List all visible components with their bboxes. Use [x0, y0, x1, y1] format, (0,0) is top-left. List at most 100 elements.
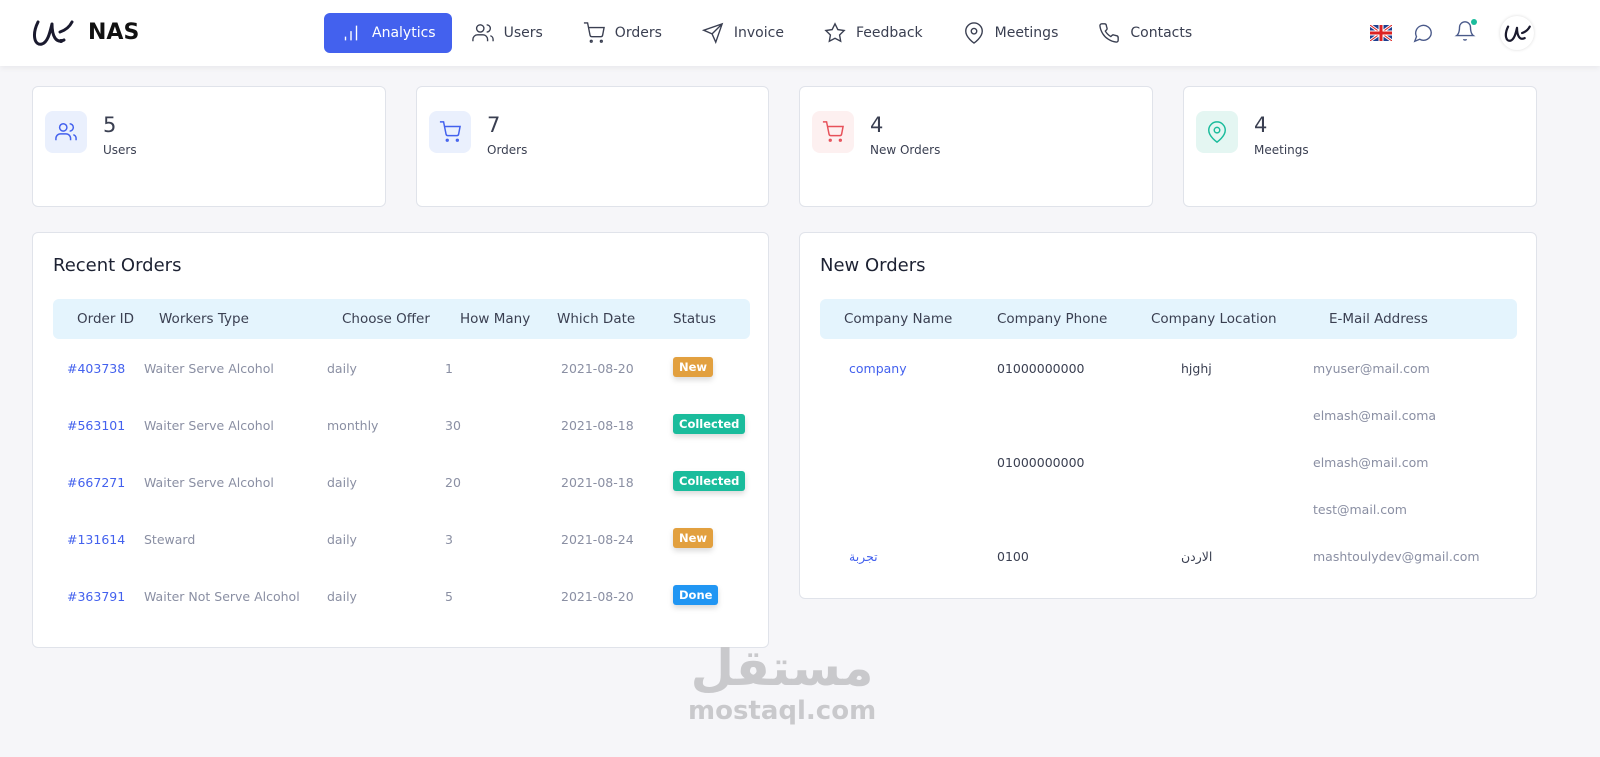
column-header[interactable]: Company Location	[1151, 311, 1277, 327]
offer: monthly	[327, 418, 379, 433]
date: 2021-08-18	[561, 475, 634, 490]
table-row: company 01000000000 hjghj myuser@mail.com	[820, 355, 1517, 385]
users-icon	[45, 111, 87, 153]
table-row: elmash@mail.coma	[820, 402, 1517, 432]
table-row[interactable]: #403738 Waiter Serve Alcohol daily 1 2021-08…	[53, 355, 750, 385]
column-header[interactable]: Order ID	[77, 311, 134, 327]
company-name-link[interactable]: تجربة	[849, 549, 878, 564]
map-pin-icon	[1196, 111, 1238, 153]
column-header[interactable]: Company Phone	[997, 311, 1107, 327]
table-row[interactable]: #563101 Waiter Serve Alcohol monthly 30 2021…	[53, 412, 750, 442]
column-header[interactable]: Workers Type	[159, 311, 249, 327]
brand-name: NAS	[88, 19, 140, 45]
user-avatar[interactable]	[1500, 16, 1534, 50]
uk-flag-icon[interactable]	[1370, 25, 1392, 41]
main-menu: Analytics Users Orders Invoice Feedback …	[324, 13, 1212, 53]
chat-icon[interactable]	[1412, 22, 1434, 44]
notification-dot	[1471, 19, 1477, 25]
order-id-link[interactable]: #563101	[67, 418, 125, 433]
date: 2021-08-20	[561, 589, 634, 604]
nav-feedback[interactable]: Feedback	[804, 13, 943, 53]
workers-type: Waiter Serve Alcohol	[144, 475, 274, 490]
date: 2021-08-18	[561, 418, 634, 433]
column-header[interactable]: Which Date	[557, 311, 635, 327]
order-id-link[interactable]: #667271	[67, 475, 125, 490]
company-location: hjghj	[1181, 361, 1212, 376]
company-location: الاردن	[1181, 549, 1213, 564]
send-icon	[701, 22, 724, 44]
workers-type: Waiter Serve Alcohol	[144, 361, 274, 376]
offer: daily	[327, 475, 357, 490]
company-phone: 0100	[997, 549, 1029, 564]
column-header[interactable]: Status	[673, 311, 716, 327]
offer: daily	[327, 532, 357, 547]
column-header[interactable]: Choose Offer	[342, 311, 430, 327]
nav-contacts[interactable]: Contacts	[1078, 13, 1212, 53]
stat-value: 7	[487, 113, 501, 137]
status-badge[interactable]: Done	[673, 585, 719, 605]
quantity: 30	[445, 418, 461, 433]
nav-label: Users	[503, 25, 543, 41]
card-title: New Orders	[820, 255, 926, 276]
watermark-arabic: مستقل	[690, 639, 874, 697]
map-pin-icon	[964, 22, 983, 44]
quantity: 1	[445, 361, 453, 376]
company-phone: 01000000000	[997, 361, 1085, 376]
order-id-link[interactable]: #403738	[67, 361, 125, 376]
table-header: Company Name Company Phone Company Locat…	[820, 299, 1517, 339]
stat-card-meetings: 4 Meetings	[1183, 86, 1537, 207]
star-icon	[824, 22, 846, 43]
offer: daily	[327, 361, 357, 376]
nav-orders[interactable]: Orders	[563, 13, 682, 53]
table-row: 01000000000 elmash@mail.com	[820, 449, 1517, 479]
column-header[interactable]: Company Name	[844, 311, 952, 327]
order-id-link[interactable]: #363791	[67, 589, 125, 604]
status-badge[interactable]: Collected	[673, 471, 746, 491]
email: myuser@mail.com	[1313, 361, 1430, 376]
brand-logo[interactable]: NAS	[30, 14, 139, 50]
nav-users[interactable]: Users	[452, 13, 563, 53]
table-header: Order ID Workers Type Choose Offer How M…	[53, 299, 750, 339]
stat-label: Users	[103, 143, 137, 157]
notifications-button[interactable]	[1454, 19, 1477, 46]
nav-label: Invoice	[733, 25, 784, 41]
nav-analytics[interactable]: Analytics	[324, 13, 452, 53]
status-badge[interactable]: New	[673, 528, 714, 548]
nav-label: Analytics	[372, 25, 436, 41]
stat-card-new-orders: 4 New Orders	[799, 86, 1153, 207]
logo-icon	[33, 20, 74, 46]
nav-invoice[interactable]: Invoice	[682, 13, 804, 53]
order-id-link[interactable]: #131614	[67, 532, 125, 547]
table-row[interactable]: #131614 Steward daily 3 2021-08-24 New	[53, 526, 750, 556]
stat-label: Orders	[487, 143, 528, 157]
phone-icon	[1099, 23, 1120, 43]
table-row[interactable]: #667271 Waiter Serve Alcohol daily 20 2021-0…	[53, 469, 750, 499]
nav-label: Contacts	[1130, 25, 1193, 41]
card-title: Recent Orders	[53, 255, 182, 276]
quantity: 3	[445, 532, 453, 547]
status-badge[interactable]: Collected	[673, 414, 746, 434]
status-badge[interactable]: New	[673, 357, 714, 377]
table-row[interactable]: #363791 Waiter Not Serve Alcohol daily 5 202…	[53, 583, 750, 613]
new-orders-card: New Orders Company Name Company Phone Co…	[799, 232, 1537, 599]
date: 2021-08-20	[561, 361, 634, 376]
column-header[interactable]: How Many	[460, 311, 530, 327]
recent-orders-card: Recent Orders Order ID Workers Type Choo…	[32, 232, 769, 648]
workers-type: Waiter Not Serve Alcohol	[144, 589, 300, 604]
nav-meetings[interactable]: Meetings	[943, 13, 1079, 53]
workers-type: Steward	[144, 532, 196, 547]
offer: daily	[327, 589, 357, 604]
top-navbar: NAS Analytics Users Orders Invoice Feedb…	[0, 0, 1600, 66]
table-row: تجربة 0100 الاردن mashtoulydev@gmail.com	[820, 543, 1517, 573]
column-header[interactable]: E-Mail Address	[1329, 311, 1428, 327]
email: elmash@mail.com	[1313, 455, 1429, 470]
email: test@mail.com	[1313, 502, 1407, 517]
quantity: 5	[445, 589, 453, 604]
date: 2021-08-24	[561, 532, 634, 547]
header-actions	[1370, 19, 1477, 46]
company-name-link[interactable]: company	[849, 361, 907, 376]
stat-card-users: 5 Users	[32, 86, 386, 207]
nav-label: Meetings	[994, 25, 1059, 41]
stat-value: 5	[103, 113, 117, 137]
table-row: test@mail.com	[820, 496, 1517, 526]
